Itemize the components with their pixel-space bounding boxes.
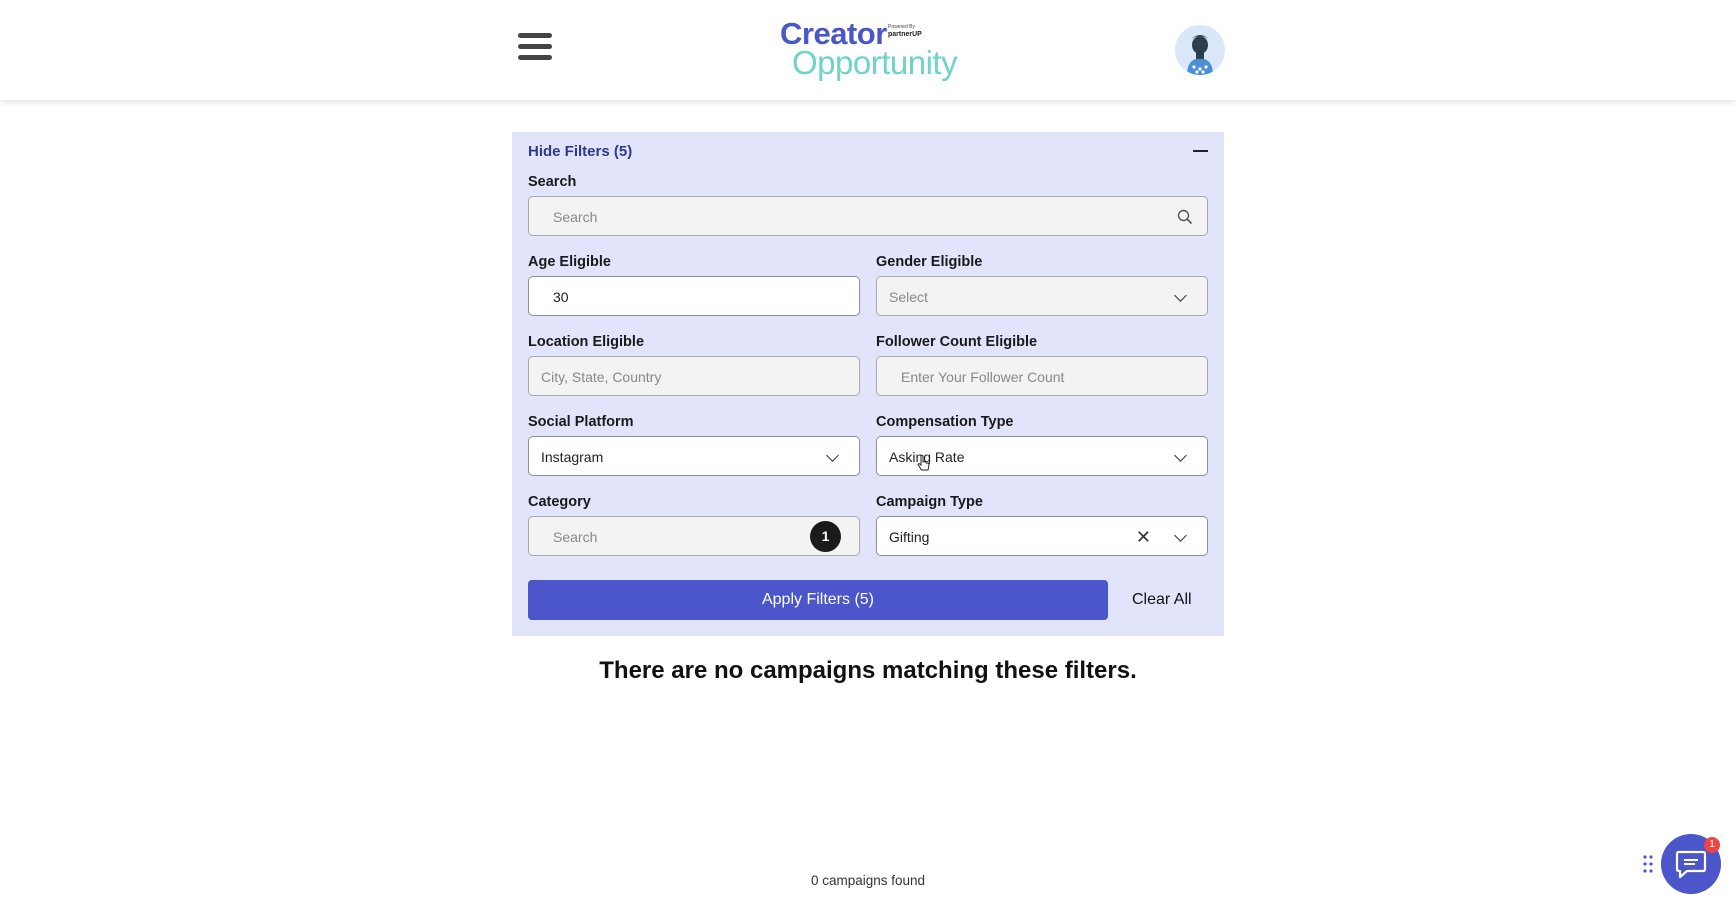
campaign-type-label: Campaign Type bbox=[876, 494, 983, 510]
logo[interactable]: Creator Opportunity Powered By partnerUP bbox=[778, 16, 958, 82]
chat-notification-badge: 1 bbox=[1704, 837, 1720, 853]
search-input[interactable]: Search bbox=[528, 196, 1208, 236]
age-input[interactable]: 30 bbox=[528, 276, 860, 316]
follower-label: Follower Count Eligible bbox=[876, 334, 1038, 350]
logo-opportunity-text: Opportunity bbox=[792, 44, 958, 81]
campaign-type-select[interactable]: Gifting ✕ bbox=[876, 516, 1208, 556]
empty-state-message: There are no campaigns matching these fi… bbox=[599, 657, 1137, 684]
user-avatar-icon bbox=[1175, 25, 1225, 75]
category-placeholder: Search bbox=[553, 529, 598, 545]
filters-panel: Hide Filters (5) Search Search Age Eligi… bbox=[512, 132, 1224, 636]
chevron-down-icon bbox=[1174, 449, 1187, 462]
platform-value: Instagram bbox=[541, 449, 604, 465]
gender-value: Select bbox=[889, 289, 928, 305]
age-label: Age Eligible bbox=[528, 254, 611, 270]
compensation-label: Compensation Type bbox=[876, 414, 1014, 430]
avatar[interactable] bbox=[1175, 25, 1225, 75]
platform-select[interactable]: Instagram bbox=[528, 436, 860, 476]
follower-count-input[interactable]: Enter Your Follower Count bbox=[876, 356, 1208, 396]
category-label: Category bbox=[528, 494, 591, 510]
drag-handle-icon[interactable] bbox=[1642, 854, 1654, 874]
gender-label: Gender Eligible bbox=[876, 254, 983, 270]
platform-label: Social Platform bbox=[528, 414, 634, 430]
close-icon[interactable]: ✕ bbox=[1136, 527, 1151, 548]
category-input[interactable]: Search 1 bbox=[528, 516, 860, 556]
location-label: Location Eligible bbox=[528, 334, 645, 350]
chevron-down-icon bbox=[826, 449, 839, 462]
chat-icon bbox=[1675, 850, 1707, 879]
search-placeholder: Search bbox=[553, 209, 598, 225]
logo-partnerup: partnerUP bbox=[888, 31, 922, 38]
chevron-down-icon bbox=[1174, 289, 1187, 302]
gender-select[interactable]: Select bbox=[876, 276, 1208, 316]
search-label: Search bbox=[528, 174, 577, 190]
chevron-down-icon bbox=[1174, 529, 1187, 542]
top-header: Creator Opportunity Powered By partnerUP bbox=[0, 0, 1736, 100]
apply-filters-button[interactable]: Apply Filters (5) bbox=[528, 580, 1108, 620]
hide-filters-toggle[interactable]: Hide Filters (5) bbox=[528, 143, 632, 160]
compensation-select[interactable]: Asking Rate bbox=[876, 436, 1208, 476]
minus-icon[interactable] bbox=[1193, 150, 1208, 152]
clear-all-button[interactable]: Clear All bbox=[1132, 591, 1192, 609]
location-placeholder: City, State, Country bbox=[541, 369, 662, 385]
campaign-type-value: Gifting bbox=[889, 529, 930, 545]
location-input[interactable]: City, State, Country bbox=[528, 356, 860, 396]
search-icon bbox=[1177, 209, 1193, 225]
follower-placeholder: Enter Your Follower Count bbox=[901, 369, 1065, 385]
campaign-count: 0 campaigns found bbox=[810, 873, 926, 888]
age-value: 30 bbox=[553, 289, 569, 305]
category-count-badge[interactable]: 1 bbox=[810, 521, 841, 552]
pointer-cursor-icon bbox=[917, 455, 930, 471]
logo-powered-by: Powered By bbox=[888, 24, 915, 30]
hamburger-menu-icon[interactable] bbox=[518, 33, 552, 65]
